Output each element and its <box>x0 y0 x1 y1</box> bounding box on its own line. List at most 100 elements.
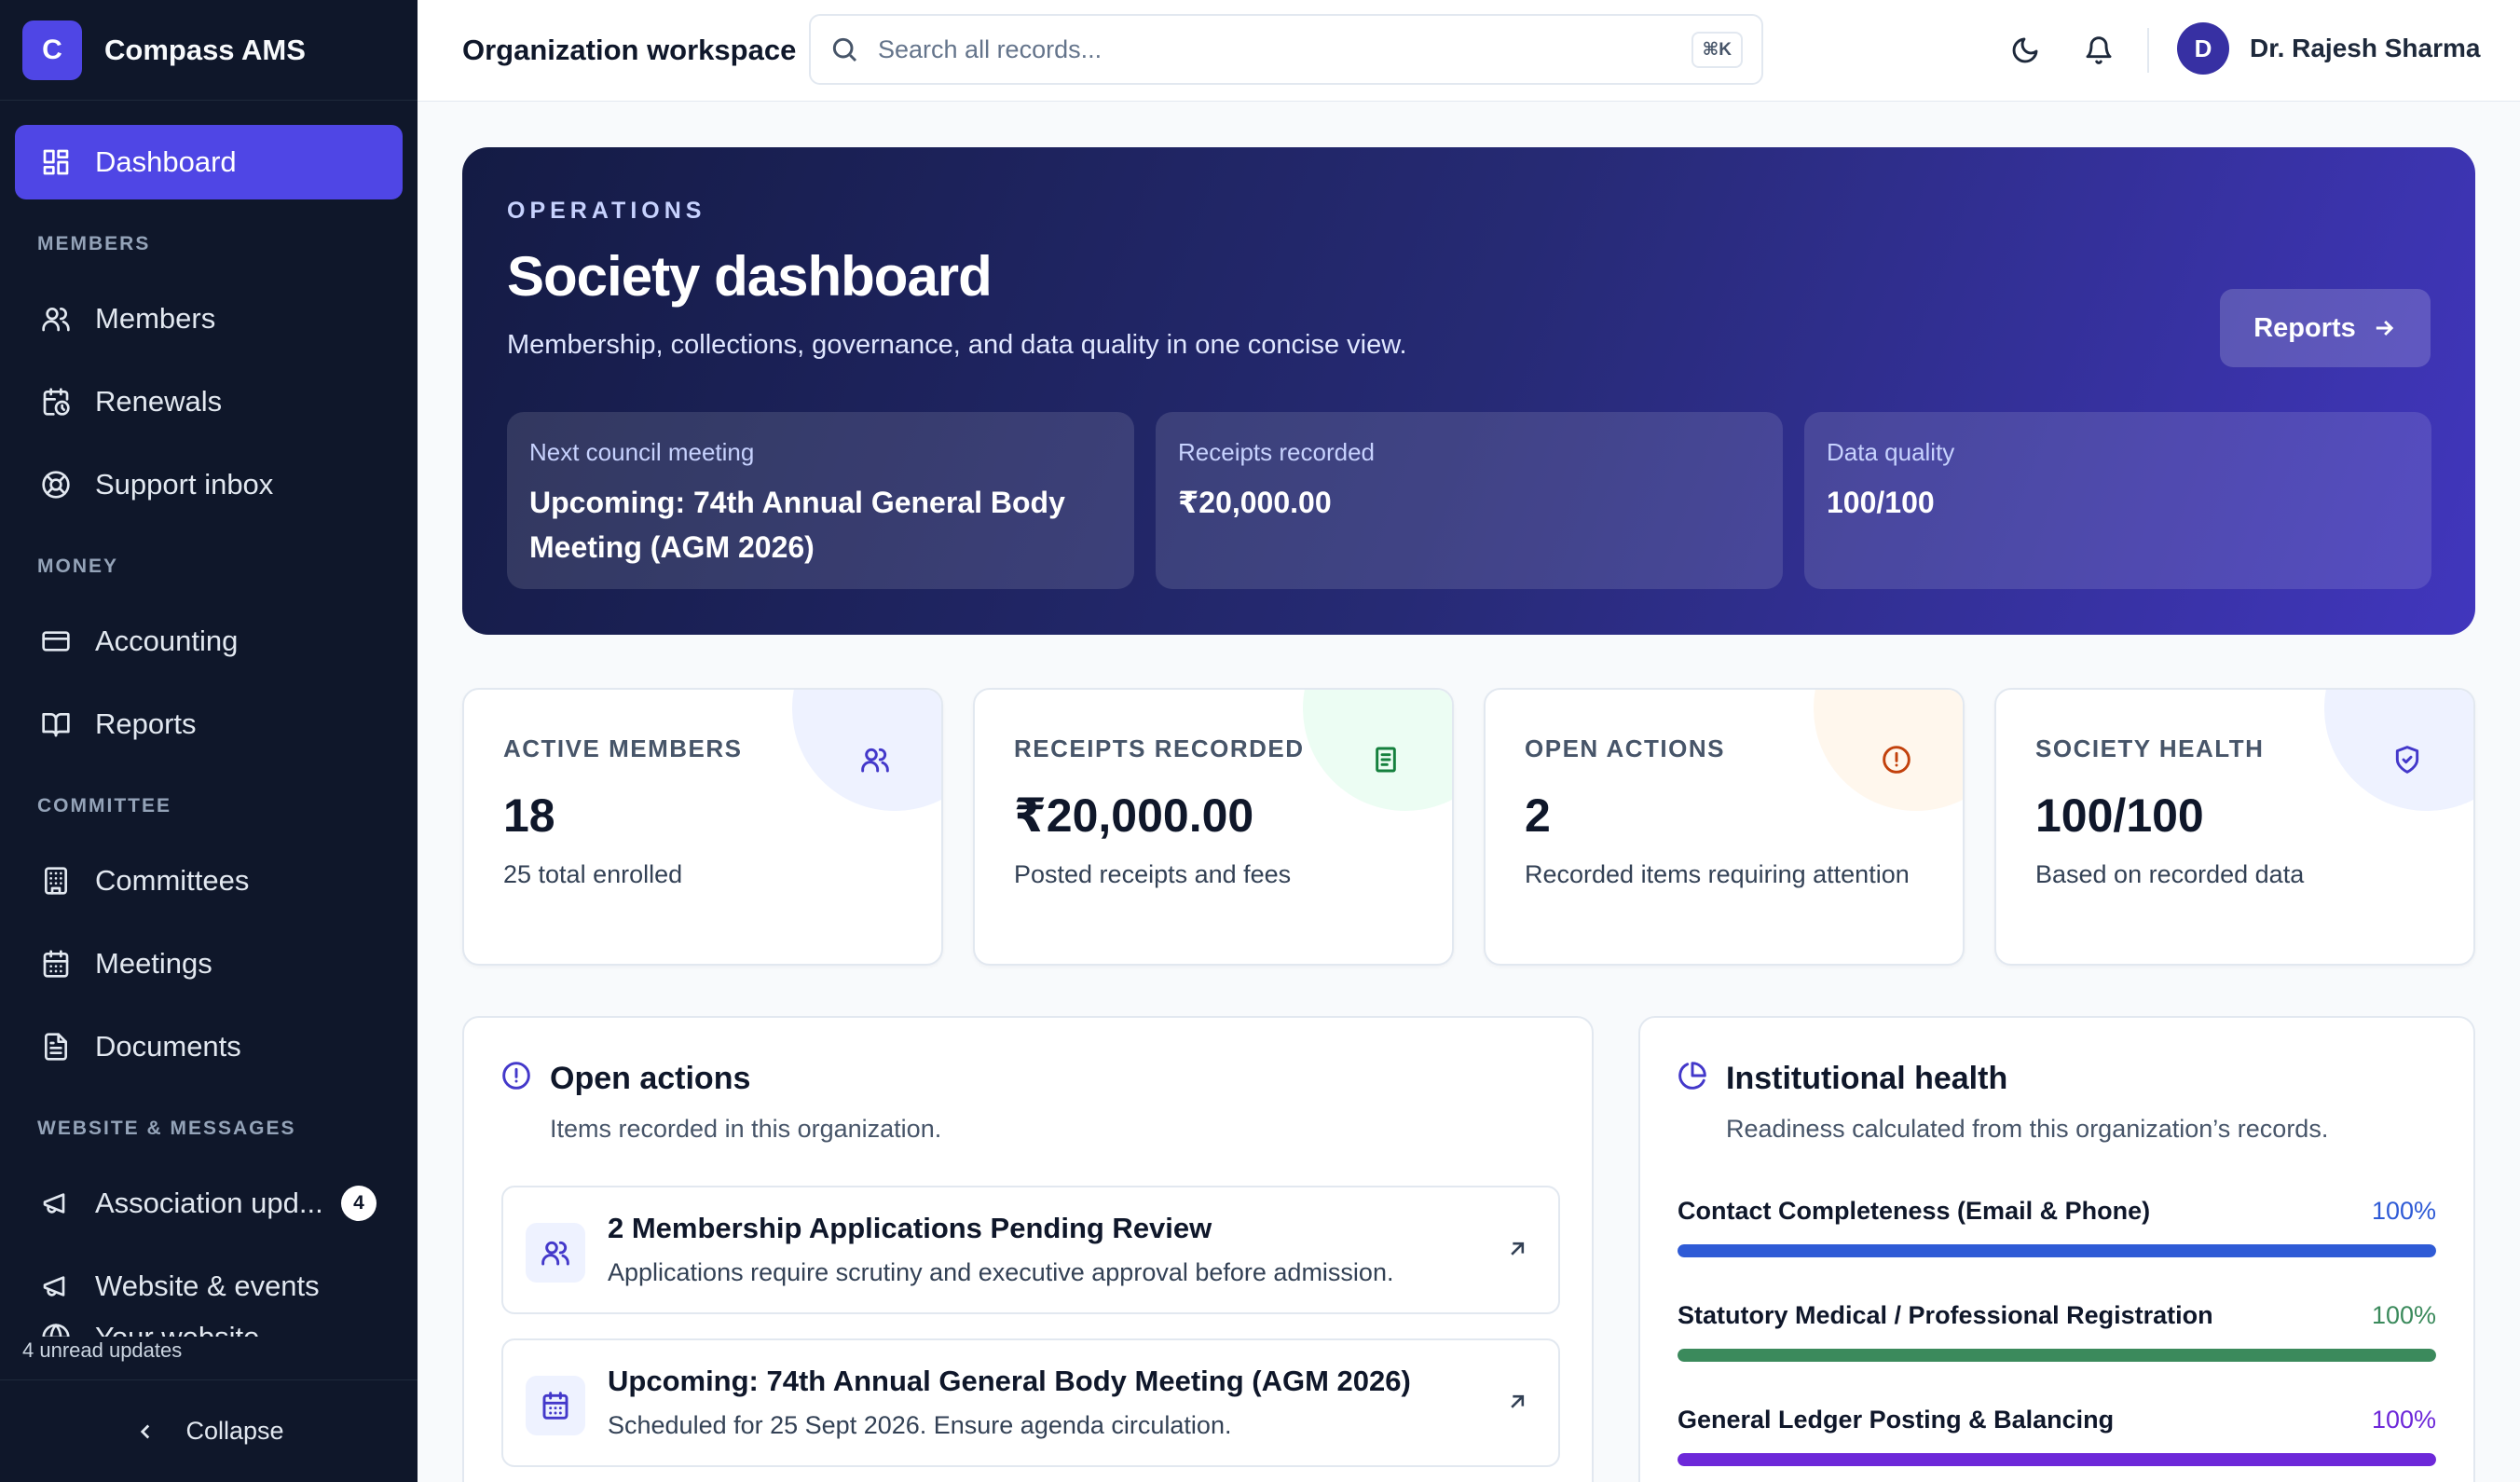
topbar: Organization workspace ⌘K D Dr. Rajesh S… <box>418 0 2520 102</box>
sidebar-item-association-updates[interactable]: Association upd... 4 <box>15 1166 403 1241</box>
arrow-right-icon <box>2376 320 2394 336</box>
stat-card-open-actions: OPEN ACTIONS 2 Recorded items requiring … <box>1484 688 1965 966</box>
health-metric: Contact Completeness (Email & Phone) 100% <box>1678 1197 2436 1257</box>
notifications-button[interactable] <box>2076 28 2121 73</box>
stat-label: RECEIPTS RECORDED <box>1014 734 1305 762</box>
sidebar-item-label: Association upd... <box>95 1187 323 1219</box>
stat-label: OPEN ACTIONS <box>1525 734 1725 762</box>
sidebar-item-support-inbox[interactable]: Support inbox <box>15 447 403 522</box>
hero-card-label: Data quality <box>1827 438 1955 466</box>
arrow-up-right-icon <box>1504 1236 1534 1266</box>
metric-percent: 100% <box>2371 1301 2436 1329</box>
action-description: Scheduled for 25 Sept 2026. Ensure agend… <box>608 1411 1232 1439</box>
hero-card-label: Receipts recorded <box>1178 438 1375 466</box>
progress-bar-fill <box>1678 1349 2436 1362</box>
brand-logo: C <box>22 20 82 80</box>
sidebar-nav: Dashboard MEMBERS Members Renewals Suppo… <box>0 101 418 1324</box>
sidebar-item-label: Support inbox <box>95 468 274 501</box>
calendar-clock-icon <box>41 387 71 417</box>
sidebar-item-reports[interactable]: Reports <box>15 687 403 762</box>
metric-name: General Ledger Posting & Balancing <box>1678 1406 2115 1434</box>
sidebar-item-accounting[interactable]: Accounting <box>15 604 403 679</box>
action-description: Applications require scrutiny and execut… <box>608 1258 1394 1286</box>
workspace-title: Organization workspace <box>462 34 797 66</box>
megaphone-icon <box>41 1188 71 1218</box>
sidebar-item-members[interactable]: Members <box>15 281 403 356</box>
user-name: Dr. Rajesh Sharma <box>2250 34 2481 62</box>
pie-chart-icon <box>1678 1061 1707 1091</box>
search-shortcut-hint: ⌘K <box>1691 31 1743 68</box>
hero-card-value: Upcoming: 74th Annual General Body Meeti… <box>529 486 1065 564</box>
receipt-icon <box>1357 731 1415 789</box>
nav-section-committee: COMMITTEE <box>37 795 171 816</box>
search-input[interactable] <box>878 34 1691 64</box>
layout-grid-icon <box>41 147 71 177</box>
sidebar: C Compass AMS Dashboard MEMBERS Members … <box>0 0 418 1482</box>
hero-card-data-quality: Data quality 100/100 <box>1804 412 2431 589</box>
life-buoy-icon <box>41 470 71 500</box>
users-icon <box>846 731 904 789</box>
sidebar-item-renewals[interactable]: Renewals <box>15 364 403 439</box>
megaphone-icon <box>41 1271 71 1301</box>
hero-card-value: 100/100 <box>1827 486 1935 519</box>
hero-card-label: Next council meeting <box>529 438 755 466</box>
sidebar-item-documents[interactable]: Documents <box>15 1009 403 1084</box>
arrow-up-right-icon <box>1504 1389 1534 1419</box>
panel-title: Open actions <box>550 1061 751 1096</box>
sidebar-item-label: Reports <box>95 707 197 740</box>
nav-section-website: WEBSITE & MESSAGES <box>37 1118 296 1139</box>
sidebar-item-meetings[interactable]: Meetings <box>15 926 403 1001</box>
alert-circle-icon <box>1868 731 1925 789</box>
reports-button-label: Reports <box>2253 312 2356 343</box>
stat-subtext: 25 total enrolled <box>503 860 683 888</box>
nav-section-members: MEMBERS <box>37 233 151 254</box>
sidebar-item-committees[interactable]: Committees <box>15 844 403 918</box>
user-menu[interactable]: D Dr. Rajesh Sharma <box>2177 22 2480 75</box>
progress-bar <box>1678 1349 2436 1362</box>
stat-subtext: Posted receipts and fees <box>1014 860 1292 888</box>
sidebar-item-label: Accounting <box>95 624 239 657</box>
action-item[interactable]: 2 Membership Applications Pending Review… <box>501 1186 1560 1314</box>
metric-percent: 100% <box>2371 1197 2436 1225</box>
collapse-sidebar-button[interactable]: Collapse <box>0 1379 418 1482</box>
alert-circle-icon <box>501 1061 531 1091</box>
sidebar-item-dashboard[interactable]: Dashboard <box>15 125 403 199</box>
hero-banner: OPERATIONS Society dashboard Membership,… <box>462 147 2475 635</box>
nav-section-money: MONEY <box>37 556 119 577</box>
users-icon <box>526 1223 585 1283</box>
stat-value: 100/100 <box>2035 789 2204 842</box>
unread-updates-note: 4 unread updates <box>22 1337 414 1363</box>
calendar-icon <box>526 1376 585 1435</box>
book-open-icon <box>41 709 71 739</box>
metric-name: Statutory Medical / Professional Registr… <box>1678 1301 2213 1329</box>
brand[interactable]: C Compass AMS <box>0 0 418 101</box>
reports-button[interactable]: Reports <box>2220 289 2431 367</box>
topbar-divider <box>2147 28 2149 73</box>
sidebar-item-label: Renewals <box>95 385 223 418</box>
stat-subtext: Recorded items requiring attention <box>1525 860 1910 888</box>
stat-value: 18 <box>503 789 555 842</box>
institutional-health-panel: Institutional health Readiness calculate… <box>1638 1016 2475 1482</box>
stat-value: 2 <box>1525 789 1551 842</box>
global-search[interactable]: ⌘K <box>809 14 1763 85</box>
progress-bar-fill <box>1678 1244 2436 1257</box>
moon-icon <box>2012 37 2038 63</box>
sidebar-item-label: Meetings <box>95 947 212 980</box>
page-title: Society dashboard <box>507 245 993 308</box>
sidebar-item-label: Documents <box>95 1030 241 1063</box>
stat-label: SOCIETY HEALTH <box>2035 734 2265 762</box>
stat-label: ACTIVE MEMBERS <box>503 734 743 762</box>
brand-name: Compass AMS <box>104 33 306 66</box>
shield-check-icon <box>2378 731 2436 789</box>
search-icon <box>832 37 857 62</box>
bell-icon <box>2086 36 2112 64</box>
panel-subtitle: Items recorded in this organization. <box>550 1115 942 1143</box>
progress-bar-fill <box>1678 1453 2436 1466</box>
hero-subtitle: Membership, collections, governance, and… <box>507 330 1407 360</box>
collapse-label: Collapse <box>185 1417 284 1445</box>
avatar: D <box>2177 22 2229 75</box>
hero-card-value: ₹20,000.00 <box>1178 486 1332 519</box>
action-item[interactable]: Upcoming: 74th Annual General Body Meeti… <box>501 1338 1560 1467</box>
theme-toggle-button[interactable] <box>2003 28 2048 73</box>
health-metric: General Ledger Posting & Balancing 100% <box>1678 1406 2436 1466</box>
